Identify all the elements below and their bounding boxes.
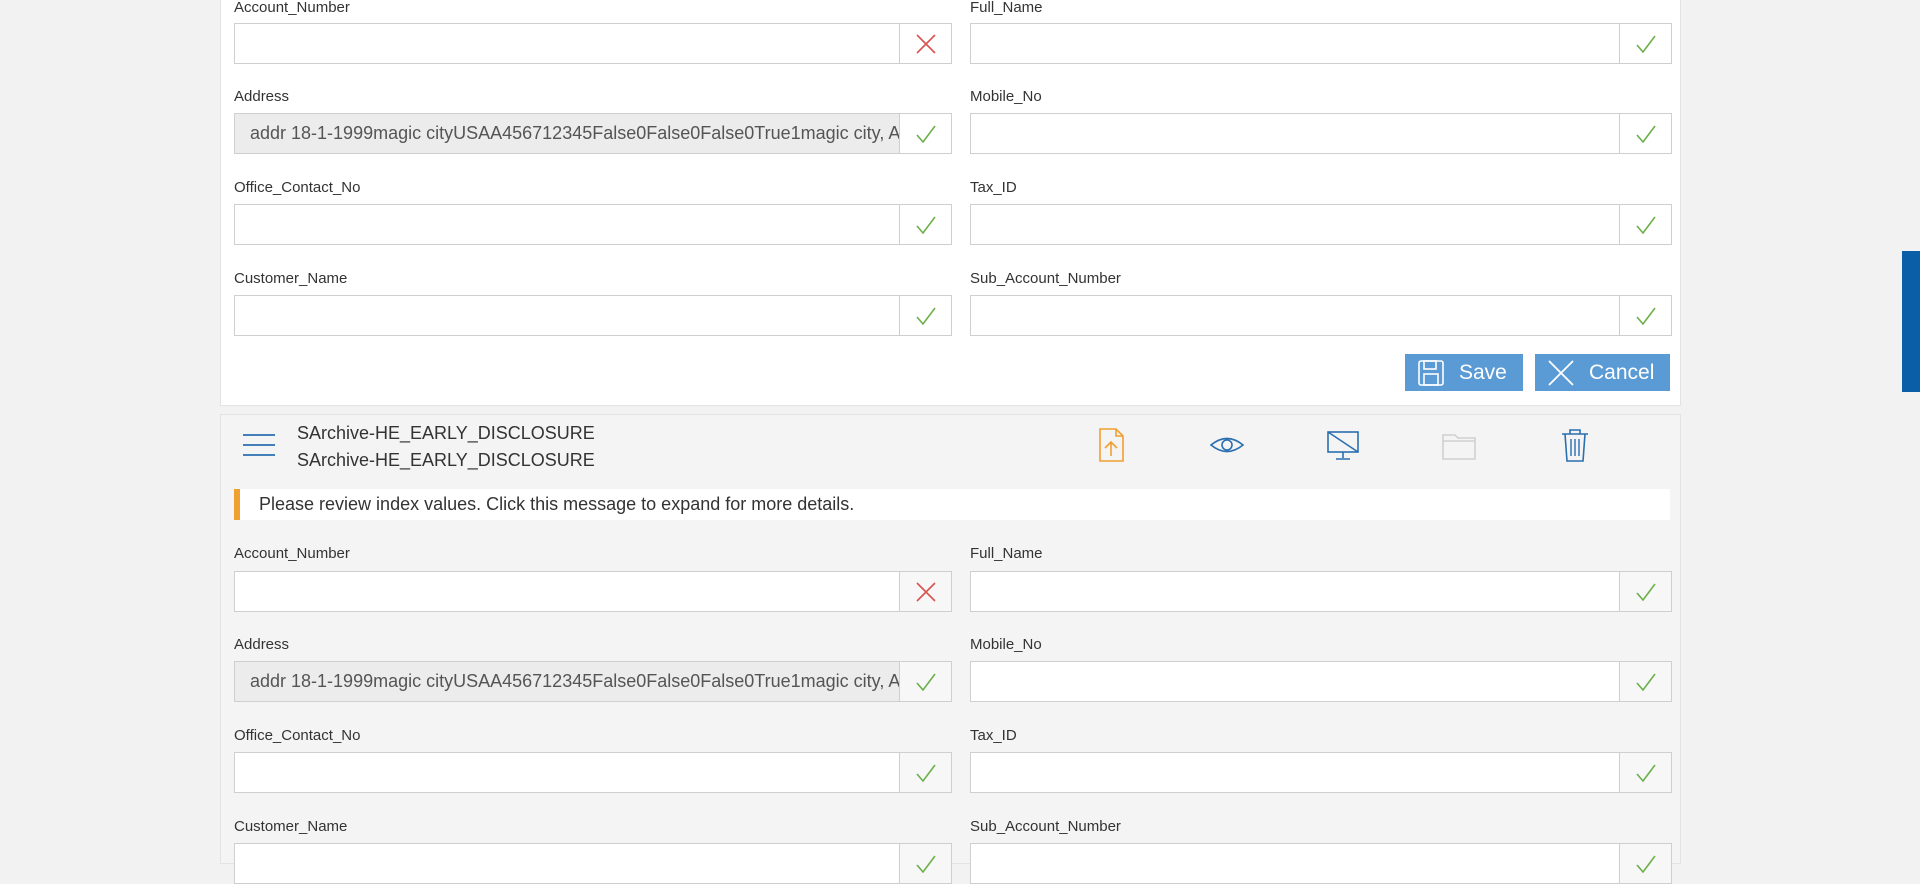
valid-check-icon <box>1619 662 1671 701</box>
valid-check-icon <box>1619 205 1671 244</box>
valid-check-icon <box>899 662 951 701</box>
valid-check-icon <box>1619 24 1671 63</box>
document-title: SArchive-HE_EARLY_DISCLOSURE <box>297 423 595 443</box>
trash-icon[interactable] <box>1557 427 1593 463</box>
account-number-label: Account_Number <box>234 545 350 562</box>
mobile-no-value[interactable] <box>971 662 1619 701</box>
tax-id-field[interactable] <box>970 204 1672 245</box>
full-name-value[interactable] <box>971 572 1619 611</box>
side-panel-tab[interactable] <box>1902 251 1920 392</box>
sub-account-number-field[interactable] <box>970 843 1672 884</box>
cancel-button[interactable]: Cancel <box>1535 354 1670 391</box>
account-number-label: Account_Number <box>234 0 350 16</box>
tax-id-label: Tax_ID <box>970 179 1017 196</box>
mobile-no-value[interactable] <box>971 114 1619 153</box>
monitor-off-icon[interactable] <box>1325 427 1361 463</box>
close-icon <box>1548 359 1574 386</box>
upload-icon[interactable] <box>1093 427 1129 463</box>
valid-check-icon <box>899 753 951 792</box>
full-name-label: Full_Name <box>970 0 1043 16</box>
review-message-banner[interactable]: Please review index values. Click this m… <box>234 489 1670 520</box>
valid-check-icon <box>1619 114 1671 153</box>
mobile-no-field[interactable] <box>970 661 1672 702</box>
account-number-value[interactable] <box>235 572 899 611</box>
mobile-no-label: Mobile_No <box>970 636 1042 653</box>
office-contact-no-value[interactable] <box>235 753 899 792</box>
office-contact-no-value[interactable] <box>235 205 899 244</box>
cancel-label: Cancel <box>1589 360 1655 384</box>
customer-name-value[interactable] <box>235 296 899 335</box>
office-contact-no-field[interactable] <box>234 204 952 245</box>
mobile-no-label: Mobile_No <box>970 88 1042 105</box>
sub-account-number-value[interactable] <box>971 296 1619 335</box>
address-field[interactable]: addr 18-1-1999magic cityUSAA456712345Fal… <box>234 113 952 154</box>
sub-account-number-label: Sub_Account_Number <box>970 270 1121 287</box>
address-value[interactable]: addr 18-1-1999magic cityUSAA456712345Fal… <box>235 114 899 153</box>
full-name-label: Full_Name <box>970 545 1043 562</box>
valid-check-icon <box>1619 844 1671 883</box>
save-icon <box>1418 359 1444 386</box>
account-number-field[interactable] <box>234 571 952 612</box>
address-value[interactable]: addr 18-1-1999magic cityUSAA456712345Fal… <box>235 662 899 701</box>
invalid-icon <box>899 24 951 63</box>
valid-check-icon <box>1619 753 1671 792</box>
tax-id-label: Tax_ID <box>970 727 1017 744</box>
valid-check-icon <box>1619 296 1671 335</box>
full-name-field[interactable] <box>970 571 1672 612</box>
customer-name-label: Customer_Name <box>234 818 348 835</box>
sub-account-number-value[interactable] <box>971 844 1619 883</box>
document-subtitle: SArchive-HE_EARLY_DISCLOSURE <box>297 450 595 470</box>
customer-name-field[interactable] <box>234 295 952 336</box>
valid-check-icon <box>1619 572 1671 611</box>
sub-account-number-label: Sub_Account_Number <box>970 818 1121 835</box>
tax-id-field[interactable] <box>970 752 1672 793</box>
full-name-value[interactable] <box>971 24 1619 63</box>
save-label: Save <box>1459 360 1507 384</box>
document-card: SArchive-HE_EARLY_DISCLOSURE SArchive-HE… <box>220 414 1681 884</box>
office-contact-no-label: Office_Contact_No <box>234 727 361 744</box>
sub-account-number-field[interactable] <box>970 295 1672 336</box>
valid-check-icon <box>899 114 951 153</box>
address-label: Address <box>234 88 290 105</box>
office-contact-no-label: Office_Contact_No <box>234 179 361 196</box>
office-contact-no-field[interactable] <box>234 752 952 793</box>
valid-check-icon <box>899 205 951 244</box>
save-button[interactable]: Save <box>1405 354 1523 391</box>
mobile-no-field[interactable] <box>970 113 1672 154</box>
customer-name-label: Customer_Name <box>234 270 348 287</box>
account-number-field[interactable] <box>234 23 952 64</box>
hamburger-menu-icon[interactable] <box>243 434 275 456</box>
index-form-card: Account_Number Full_Name Address addr 18… <box>220 0 1681 406</box>
tax-id-value[interactable] <box>971 205 1619 244</box>
valid-check-icon <box>899 296 951 335</box>
customer-name-field[interactable] <box>234 843 952 884</box>
invalid-icon <box>899 572 951 611</box>
account-number-value[interactable] <box>235 24 899 63</box>
tax-id-value[interactable] <box>971 753 1619 792</box>
customer-name-value[interactable] <box>235 844 899 883</box>
valid-check-icon <box>899 844 951 883</box>
address-label: Address <box>234 636 290 653</box>
view-icon[interactable] <box>1209 427 1245 463</box>
address-field[interactable]: addr 18-1-1999magic cityUSAA456712345Fal… <box>234 661 952 702</box>
full-name-field[interactable] <box>970 23 1672 64</box>
folder-icon <box>1442 434 1476 460</box>
